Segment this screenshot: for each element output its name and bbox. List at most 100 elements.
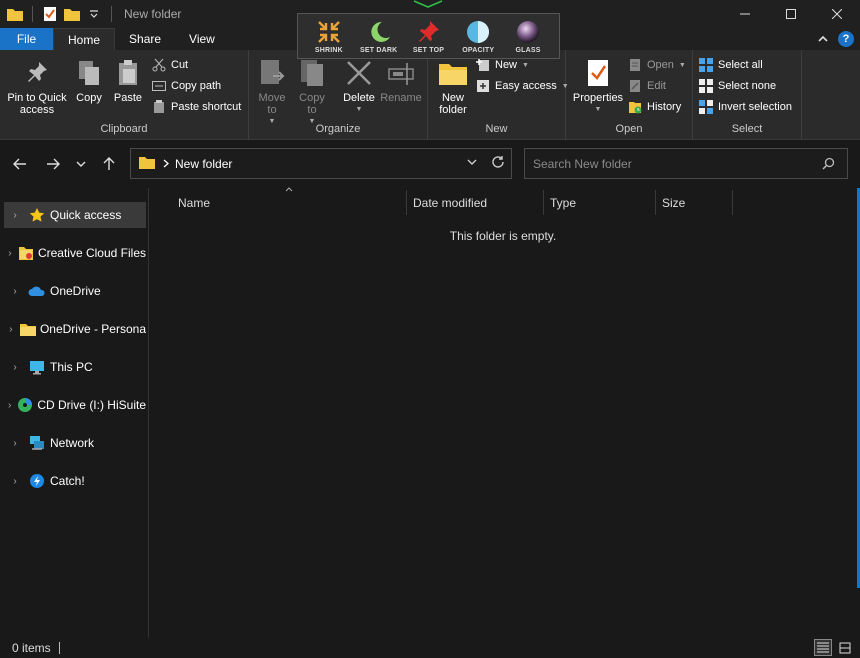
glass-button[interactable]: GLASS [506,19,550,54]
pin-to-quick-access-button[interactable]: Pin to Quick access [6,56,68,116]
properties-check-icon[interactable] [41,6,59,22]
copy-label: Copy [76,92,102,104]
up-button[interactable] [98,153,120,175]
divider [111,6,112,22]
scissors-icon [152,58,166,72]
nav-item-cd-drive[interactable]: › CD Drive (I:) HiSuite [4,392,146,418]
invert-selection-button[interactable]: Invert selection [699,98,792,116]
delete-button[interactable]: Delete ▼ [341,56,377,116]
move-to-button[interactable]: Move to ▼ [255,56,289,128]
expand-chevron-icon[interactable]: › [6,324,16,335]
expand-chevron-icon[interactable]: › [6,400,13,411]
status-bar: 0 items [0,638,860,658]
edit-button[interactable]: Edit [628,77,666,95]
move-to-label-line1: Move [258,92,286,104]
select-all-button[interactable]: Select all [699,56,763,74]
nav-item-label: Quick access [50,208,122,222]
properties-label: Properties [572,92,624,104]
copy-to-icon [297,56,327,90]
nav-item-label: Network [50,436,95,450]
shrink-button[interactable]: SHRINK [307,19,351,54]
nav-item-onedrive[interactable]: › OneDrive [4,278,146,304]
nav-item-this-pc[interactable]: › This PC [4,354,146,380]
copy-path-button[interactable]: Copy path [152,77,221,95]
opacity-button[interactable]: OPACITY [456,19,500,54]
expand-chevron-icon[interactable]: › [6,438,24,449]
open-icon [628,58,642,72]
glass-icon [517,20,540,43]
address-history-dropdown-icon[interactable] [467,155,477,172]
column-header-name[interactable]: Name [172,190,407,215]
copy-button[interactable]: Copy [72,56,106,104]
cut-button[interactable]: Cut [152,56,188,74]
open-button[interactable]: Open ▼ [628,56,686,74]
refresh-icon[interactable] [491,155,505,172]
expand-chevron-icon[interactable]: › [6,210,24,221]
minimize-button[interactable] [722,0,768,28]
select-none-button[interactable]: Select none [699,77,776,95]
set-top-button[interactable]: SET TOP [406,19,450,54]
catch-icon [28,473,46,489]
back-button[interactable] [9,153,31,175]
paste-shortcut-icon [152,100,166,114]
paste-shortcut-button[interactable]: Paste shortcut [152,98,241,116]
expand-chevron-icon[interactable]: › [6,476,24,487]
opacity-label: OPACITY [462,46,495,54]
forward-button[interactable] [42,153,64,175]
nav-item-creative-cloud-files[interactable]: › Creative Cloud Files [4,240,146,266]
maximize-button[interactable] [768,0,814,28]
close-button[interactable] [814,0,860,28]
customize-dropdown-icon[interactable] [85,6,103,22]
details-view-button[interactable] [814,639,832,656]
paste-button[interactable]: Paste [111,56,145,104]
column-header-size[interactable]: Size [656,190,733,215]
nav-item-network[interactable]: › Network [4,430,146,456]
easy-access-button[interactable]: Easy access ▼ [476,77,569,95]
tab-view[interactable]: View [175,28,229,50]
pin-icon [22,56,52,90]
nav-item-onedrive-personal[interactable]: › OneDrive - Persona [4,316,146,342]
column-header-date-modified[interactable]: Date modified [407,190,544,215]
expand-chevron-icon[interactable]: › [6,248,14,259]
search-icon[interactable] [822,157,835,173]
history-button[interactable]: History [628,98,681,116]
items-count: 0 items [12,641,51,655]
search-box[interactable] [524,148,848,179]
clipboard-group: Pin to Quick access Copy Paste Cut Copy … [0,50,249,140]
properties-button[interactable]: Properties ▼ [572,56,624,116]
back-arrow-icon [13,158,26,170]
folder-icon [19,321,36,337]
history-icon [628,100,642,114]
tab-home[interactable]: Home [53,28,116,50]
details-view-icon [817,642,829,653]
new-folder-button[interactable]: New folder [434,56,472,116]
nav-item-catch[interactable]: › Catch! [4,468,146,494]
expand-chevron-icon[interactable]: › [6,362,24,373]
window-tools-overlay: SHRINK SET DARK SET TOP OPACITY GLASS [297,13,560,59]
clipboard-group-label: Clipboard [100,123,148,135]
set-dark-button[interactable]: SET DARK [357,19,401,54]
search-input[interactable] [533,156,813,171]
help-icon[interactable]: ? [838,31,854,47]
address-bar[interactable]: New folder [130,148,512,179]
nav-item-quick-access[interactable]: › Quick access [4,202,146,228]
breadcrumb-chevron-icon[interactable] [163,157,169,171]
breadcrumb-current-folder[interactable]: New folder [175,157,232,171]
expand-chevron-icon[interactable]: › [6,286,24,297]
new-folder-icon[interactable] [63,6,81,22]
large-icons-view-button[interactable] [836,639,854,656]
folder-icon [6,6,24,22]
tab-share[interactable]: Share [115,28,175,50]
new-item-label: New [495,59,518,71]
tab-file[interactable]: File [0,28,53,50]
copy-to-button[interactable]: Copy to ▼ [295,56,329,128]
network-icon [28,435,46,451]
rename-button[interactable]: Rename [380,56,422,104]
nav-item-label: Catch! [50,474,85,488]
rename-icon [386,56,416,90]
recent-locations-button[interactable] [70,153,92,175]
opacity-icon [467,20,490,43]
collapse-ribbon-icon[interactable] [818,32,828,46]
invert-selection-icon [699,100,713,114]
column-header-type[interactable]: Type [544,190,656,215]
